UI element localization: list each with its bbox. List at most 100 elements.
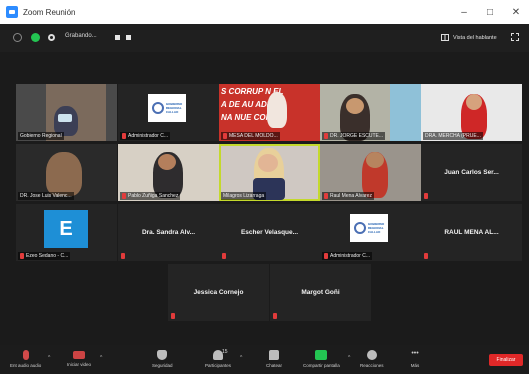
participant-label: DR. JORGE ESCUTE... bbox=[322, 132, 386, 140]
participant-label: DRA. MERCHA (PRUE... bbox=[423, 132, 483, 140]
more-dots-icon: ••• bbox=[411, 350, 419, 357]
participant-label: Gobierno Regional bbox=[18, 132, 64, 140]
chevron-up-icon[interactable]: ^ bbox=[100, 355, 102, 361]
fullscreen-icon[interactable] bbox=[511, 33, 519, 41]
video-background bbox=[390, 84, 421, 141]
participant-name: Escher Velasque... bbox=[240, 229, 299, 236]
chat-icon bbox=[269, 350, 279, 360]
view-toggle-button[interactable]: Vista del hablante bbox=[441, 32, 497, 43]
seal-icon bbox=[353, 222, 366, 234]
meeting-topbar: Grabando... Vista del hablante bbox=[0, 24, 529, 52]
recording-status: Grabando... bbox=[65, 33, 97, 39]
participant-face bbox=[258, 154, 278, 172]
video-tile[interactable]: GOBIERNO REGIONAL CALLAO Administrador C..… bbox=[320, 204, 421, 261]
video-tile[interactable]: Escher Velasque... bbox=[219, 204, 320, 261]
view-toggle-label: Vista del hablante bbox=[453, 34, 497, 41]
participant-face bbox=[158, 154, 176, 170]
muted-mic-icon bbox=[122, 193, 126, 199]
video-tile[interactable]: DRA. MERCHA (PRUE... bbox=[421, 84, 522, 141]
participant-name: Juan Carlos Ser... bbox=[444, 169, 499, 176]
participant-figure bbox=[46, 152, 82, 196]
muted-mic-icon bbox=[424, 193, 428, 199]
muted-mic-icon bbox=[171, 313, 175, 319]
face-mask bbox=[58, 114, 72, 122]
chevron-up-icon[interactable]: ^ bbox=[240, 355, 242, 361]
logo-image: GOBIERNO REGIONAL CALLAO bbox=[350, 214, 388, 242]
stop-recording-icon[interactable] bbox=[126, 35, 131, 40]
video-tile[interactable]: RAUL MENA AL... bbox=[421, 204, 522, 261]
record-icon bbox=[48, 34, 55, 41]
video-tile[interactable]: S CORRUP N EL A DE AU ADES NA NUE CONST … bbox=[219, 84, 320, 141]
share-screen-button[interactable]: Compartir pantalla bbox=[303, 350, 340, 368]
participant-name: Margot Goñi bbox=[301, 289, 340, 296]
participant-name: RAUL MENA AL... bbox=[444, 229, 499, 236]
muted-mic-icon bbox=[324, 253, 328, 259]
chat-button[interactable]: Chatear bbox=[266, 350, 282, 368]
video-tile[interactable]: Margot Goñi bbox=[270, 264, 371, 321]
participant-face bbox=[366, 152, 384, 168]
video-tile[interactable]: Pablo Zuñiga Sanchez bbox=[118, 144, 219, 201]
participant-figure bbox=[267, 92, 287, 128]
minimize-button[interactable]: – bbox=[451, 0, 477, 24]
video-camera-off-icon bbox=[73, 351, 85, 359]
shield-icon bbox=[157, 350, 168, 360]
video-tile[interactable]: Gobierno Regional bbox=[16, 84, 117, 141]
video-tile[interactable]: Jessica Cornejo bbox=[168, 264, 269, 321]
muted-mic-icon bbox=[122, 133, 126, 139]
meeting-toolbar: Ent audio audio ^ Iniciar video ^ Seguri… bbox=[0, 345, 529, 374]
pause-recording-icon[interactable] bbox=[115, 35, 120, 40]
start-video-button[interactable]: Iniciar video bbox=[67, 350, 91, 367]
muted-mic-icon bbox=[223, 133, 227, 139]
smiley-icon bbox=[366, 350, 377, 360]
participant-face bbox=[466, 94, 482, 110]
close-button[interactable]: ✕ bbox=[503, 0, 529, 24]
video-tile[interactable]: Juan Carlos Ser... bbox=[421, 144, 522, 201]
participant-face bbox=[346, 98, 364, 114]
chevron-up-icon[interactable]: ^ bbox=[48, 355, 50, 361]
security-button[interactable]: Seguridad bbox=[152, 350, 173, 368]
participants-count: 15 bbox=[222, 349, 228, 355]
video-tile[interactable]: Dra. Sandra Alv... bbox=[118, 204, 219, 261]
window-controls: – □ ✕ bbox=[451, 0, 529, 24]
end-meeting-button[interactable]: Finalizar bbox=[489, 354, 523, 366]
participant-name: Dra. Sandra Alv... bbox=[141, 229, 196, 236]
muted-mic-icon bbox=[20, 253, 24, 259]
muted-mic-icon bbox=[324, 193, 328, 199]
participant-label: MESA DEL MOLDO... bbox=[221, 132, 280, 140]
maximize-button[interactable]: □ bbox=[477, 0, 503, 24]
video-tile[interactable]: DR. Jose Luis Valenc... bbox=[16, 144, 117, 201]
muted-mic-icon bbox=[324, 133, 328, 139]
video-tile[interactable]: Raul Mena Alvarez bbox=[320, 144, 421, 201]
join-audio-button[interactable]: Ent audio audio bbox=[10, 350, 41, 368]
chevron-up-icon[interactable]: ^ bbox=[348, 355, 350, 361]
participant-label: Administrador C... bbox=[322, 252, 373, 260]
shield-icon[interactable] bbox=[13, 33, 22, 42]
grid-view-icon bbox=[441, 34, 449, 41]
video-tile[interactable]: GOBIERNO REGIONAL CALLAO Administrador C..… bbox=[118, 84, 219, 141]
window-title: Zoom Reunión bbox=[23, 7, 76, 17]
participant-label: Raul Mena Alvarez bbox=[322, 192, 374, 200]
muted-mic-icon bbox=[222, 253, 226, 259]
more-button[interactable]: ••• Más bbox=[410, 350, 420, 368]
muted-mic-icon bbox=[273, 313, 277, 319]
participant-name: Jessica Cornejo bbox=[193, 289, 244, 296]
video-tile[interactable]: E Ezeo Sedano - C... bbox=[16, 204, 117, 261]
participant-label: Administrador C... bbox=[120, 132, 171, 140]
share-screen-icon bbox=[315, 350, 328, 360]
participant-label: Pablo Zuñiga Sanchez bbox=[120, 192, 181, 200]
avatar: E bbox=[44, 210, 88, 248]
participant-label: Milagros Lizarraga bbox=[221, 192, 267, 200]
window-titlebar: Zoom Reunión – □ ✕ bbox=[0, 0, 529, 24]
seal-icon bbox=[151, 102, 164, 114]
microphone-muted-icon bbox=[22, 350, 29, 360]
muted-mic-icon bbox=[424, 253, 428, 259]
active-speaker-tile[interactable]: Milagros Lizarraga bbox=[219, 144, 320, 201]
muted-mic-icon bbox=[121, 253, 125, 259]
participant-label: DR. Jose Luis Valenc... bbox=[18, 192, 74, 200]
zoom-app-icon bbox=[6, 6, 18, 18]
participant-label: Ezeo Sedano - C... bbox=[18, 252, 71, 260]
reactions-button[interactable]: Reacciones bbox=[360, 350, 384, 368]
video-tile[interactable]: DR. JORGE ESCUTE... bbox=[320, 84, 421, 141]
security-status-icon[interactable] bbox=[31, 33, 40, 42]
logo-image: GOBIERNO REGIONAL CALLAO bbox=[148, 94, 186, 122]
